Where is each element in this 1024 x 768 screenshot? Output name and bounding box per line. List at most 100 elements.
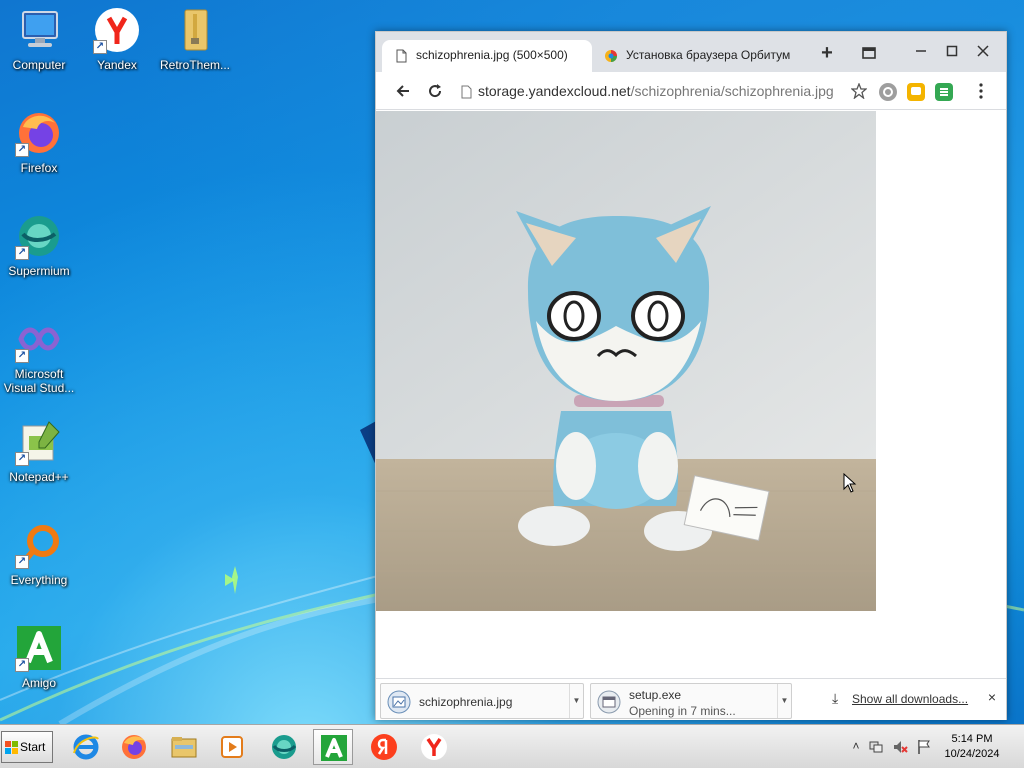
clock[interactable]: 5:14 PM 10/24/2024 [940, 732, 1004, 762]
desktop-icon-label: Microsoft Visual Stud... [3, 367, 75, 395]
page-icon [394, 49, 408, 63]
shortcut-arrow-icon: ↗ [93, 40, 107, 54]
new-tab-label: + [821, 42, 833, 64]
desktop-icon-computer[interactable]: Computer [0, 6, 78, 72]
media-player-icon[interactable] [212, 729, 252, 765]
download-menu-chevron-icon[interactable]: ▼ [569, 684, 583, 718]
tab-search-button[interactable] [858, 42, 880, 64]
desktop-icon-everything[interactable]: ↗ Everything [0, 521, 78, 587]
browser-toolbar: storage.yandexcloud.net/schizophrenia/sc… [376, 72, 1006, 110]
windows-logo-icon [5, 741, 19, 755]
computer-icon [15, 6, 63, 54]
yandex-browser-icon[interactable] [414, 729, 454, 765]
shortcut-arrow-icon: ↗ [15, 143, 29, 157]
supermium-icon[interactable] [264, 729, 304, 765]
address-bar[interactable]: storage.yandexcloud.net/schizophrenia/sc… [456, 77, 870, 105]
page-content [376, 111, 1006, 678]
star-icon [850, 82, 868, 100]
taskbar: Start ˄ 5:14 PM 10/24/2024 [0, 724, 1024, 768]
tab-strip: schizophrenia.jpg (500×500) Установка бр… [376, 32, 1006, 72]
desktop-icon-label: Firefox [20, 161, 58, 175]
browser-window[interactable]: schizophrenia.jpg (500×500) Установка бр… [375, 31, 1007, 720]
desktop-icon-label: Yandex [97, 58, 137, 72]
shortcut-arrow-icon: ↗ [15, 349, 29, 363]
browser-menu-button[interactable] [968, 78, 994, 104]
tab-label: schizophrenia.jpg (500×500) [416, 48, 568, 62]
reload-icon [429, 84, 442, 98]
system-tray: ˄ 5:14 PM 10/24/2024 [848, 729, 1024, 765]
desktop-icon-supermium[interactable]: ↗ Supermium [0, 212, 78, 278]
desktop-icon-label: Amigo [21, 676, 56, 690]
exe-file-icon [597, 690, 621, 714]
file-explorer-icon[interactable] [164, 729, 204, 765]
desktop-icon-label: Notepad++ [9, 470, 69, 484]
shortcut-arrow-icon: ↗ [15, 246, 29, 260]
download-filename: setup.exe [629, 688, 682, 702]
start-label: Start [20, 740, 46, 754]
minimize-icon [916, 50, 926, 52]
desktop-icon-yandex[interactable]: ↗ Yandex [78, 6, 156, 72]
tab-label: Установка браузера Орбитум [626, 48, 791, 62]
download-item[interactable]: setup.exe Opening in 7 mins... ▼ [590, 683, 792, 719]
start-button[interactable]: Start [1, 731, 53, 763]
minimize-button[interactable] [910, 42, 932, 64]
show-hidden-icons-chevron-icon[interactable]: ˄ [848, 739, 864, 755]
yandex-browser-icon: ↗ [93, 6, 141, 54]
action-center-flag-icon[interactable] [916, 739, 932, 755]
address-host: storage.yandexcloud.net [478, 83, 631, 99]
tab-schizophrenia-image[interactable]: schizophrenia.jpg (500×500) [382, 40, 592, 72]
plush-cat-photo [376, 111, 876, 611]
folder-icon [171, 6, 219, 54]
download-item[interactable]: schizophrenia.jpg ▼ [380, 683, 584, 719]
desktop-icon-retrothemes[interactable]: RetroThem... [156, 6, 234, 72]
download-arrow-icon: ⤓ [832, 690, 839, 706]
show-all-label: Show all downloads... [852, 692, 969, 706]
maximize-button[interactable] [941, 42, 963, 64]
desktop-icon-amigo[interactable]: ↗ Amigo [0, 624, 78, 690]
address-path: /schizophrenia/schizophrenia.jpg [630, 83, 834, 99]
page-info-icon [461, 85, 472, 99]
back-button[interactable] [390, 78, 416, 104]
desktop-icon-visual-studio[interactable]: ↗ Microsoft Visual Stud... [0, 315, 78, 395]
internet-explorer-icon[interactable] [66, 729, 106, 765]
desktop-icon-label: Computer [12, 58, 66, 72]
close-icon [977, 45, 989, 57]
firefox-icon[interactable] [114, 729, 154, 765]
clock-time: 5:14 PM [951, 733, 993, 745]
list-icon[interactable] [935, 83, 953, 101]
amigo-icon: ↗ [15, 624, 63, 672]
tab-list-icon [862, 47, 876, 59]
show-all-downloads-link[interactable]: ⤓ Show all downloads... [832, 690, 969, 706]
tab-orbitum-install[interactable]: Установка браузера Орбитум [592, 40, 798, 72]
visual-studio-icon: ↗ [15, 315, 63, 363]
kebab-menu-icon [979, 83, 983, 99]
shortcut-arrow-icon: ↗ [15, 555, 29, 569]
amigo-icon[interactable] [313, 729, 353, 765]
orbitum-icon [604, 49, 618, 63]
firefox-icon: ↗ [15, 109, 63, 157]
new-tab-button[interactable]: + [816, 42, 838, 64]
close-window-button[interactable] [972, 42, 994, 64]
desktop-icon-firefox[interactable]: ↗ Firefox [0, 109, 78, 175]
download-shelf: schizophrenia.jpg ▼ setup.exe Opening in… [376, 678, 1006, 720]
volume-muted-icon[interactable] [892, 739, 908, 755]
shortcut-arrow-icon: ↗ [15, 452, 29, 466]
network-icon[interactable] [868, 739, 884, 755]
back-arrow-icon [396, 85, 409, 97]
everything-search-icon: ↗ [15, 521, 63, 569]
bookmark-star-button[interactable] [846, 78, 872, 104]
reload-button[interactable] [422, 78, 448, 104]
shortcut-arrow-icon: ↗ [15, 658, 29, 672]
yandex-ya-icon[interactable] [364, 729, 404, 765]
at-sign-icon[interactable] [879, 83, 897, 101]
supermium-icon: ↗ [15, 212, 63, 260]
desktop-icon-label: Supermium [8, 264, 70, 278]
notepadpp-icon: ↗ [15, 418, 63, 466]
download-filename: schizophrenia.jpg [419, 695, 513, 709]
close-shelf-button[interactable]: × [988, 689, 996, 705]
clock-date: 10/24/2024 [944, 748, 1000, 760]
desktop-icon-notepadpp[interactable]: ↗ Notepad++ [0, 418, 78, 484]
download-menu-chevron-icon[interactable]: ▼ [777, 684, 791, 718]
image-file-icon [387, 690, 411, 714]
chat-bubble-icon[interactable] [907, 83, 925, 101]
